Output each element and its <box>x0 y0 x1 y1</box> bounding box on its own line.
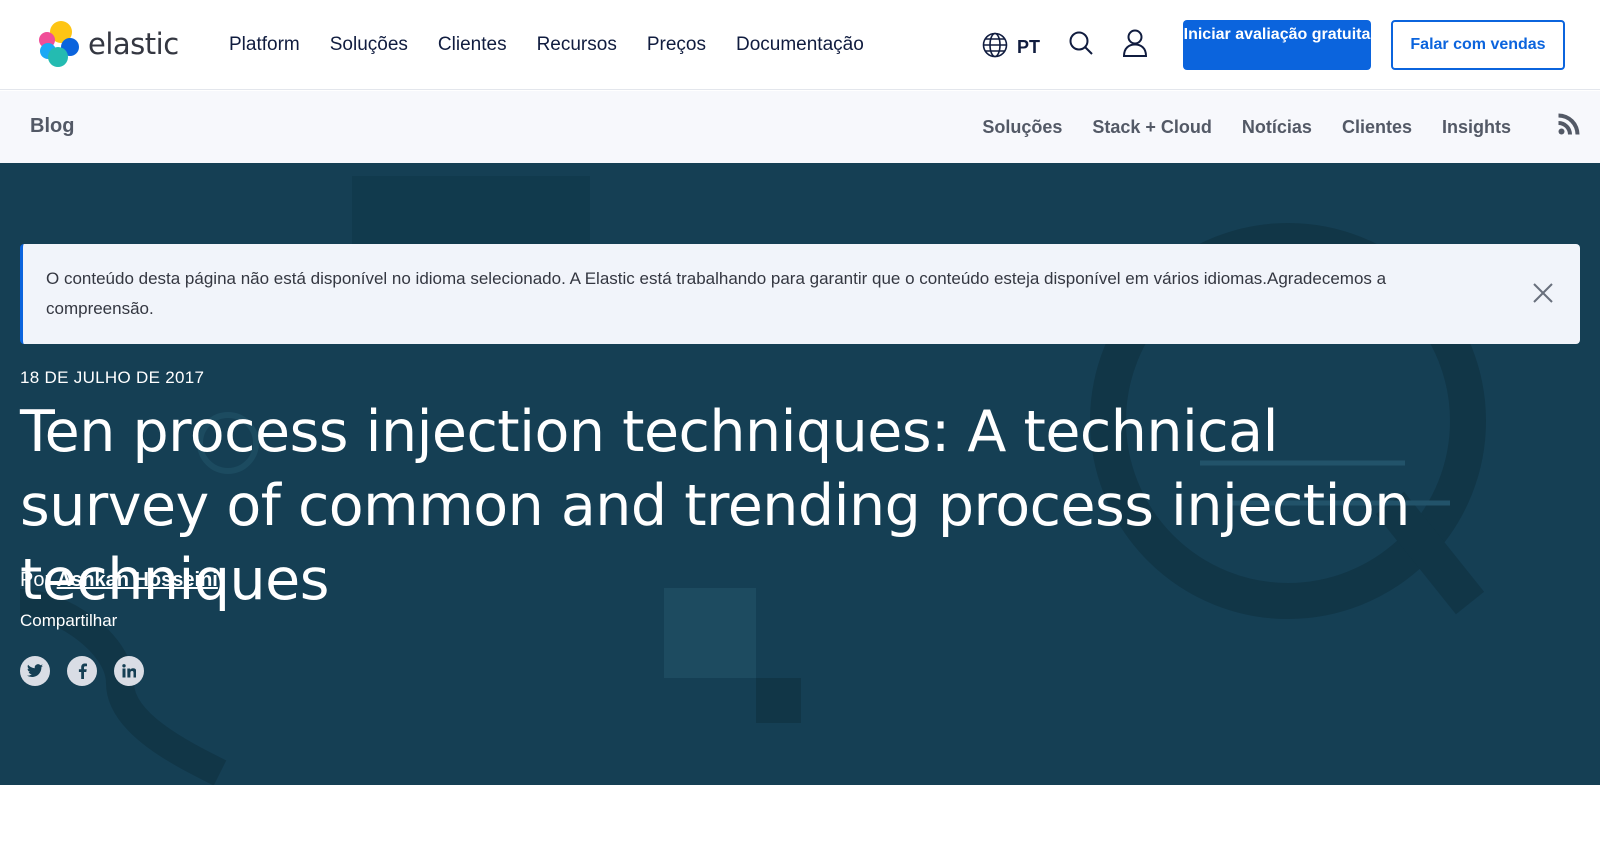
language-notice-text: O conteúdo desta página não está disponí… <box>46 269 1387 318</box>
author-link[interactable]: Ashkan Hosseini <box>57 569 218 591</box>
globe-icon <box>982 32 1008 63</box>
share-label: Compartilhar <box>20 611 118 630</box>
blog-category-solucoes[interactable]: Soluções <box>982 117 1062 138</box>
byline-prefix: Por <box>20 569 52 591</box>
linkedin-icon[interactable] <box>114 656 144 686</box>
account-button[interactable] <box>1120 29 1150 62</box>
twitter-icon[interactable] <box>20 656 50 686</box>
blog-category-clientes[interactable]: Clientes <box>1342 117 1412 138</box>
blog-category-insights[interactable]: Insights <box>1442 117 1511 138</box>
facebook-icon[interactable] <box>67 656 97 686</box>
top-navigation: elastic Platform Soluções Clientes Recur… <box>0 0 1600 90</box>
nav-item-platform[interactable]: Platform <box>229 34 300 56</box>
blog-category-noticias[interactable]: Notícias <box>1242 117 1312 138</box>
language-label: PT <box>1017 37 1041 57</box>
blog-category-stack-cloud[interactable]: Stack + Cloud <box>1092 117 1212 138</box>
main-menu: Platform Soluções Clientes Recursos Preç… <box>229 34 894 56</box>
post-hero: O conteúdo desta página não está disponí… <box>0 163 1600 785</box>
language-selector[interactable]: PT <box>982 32 1040 63</box>
logo-wordmark: elastic <box>88 27 179 61</box>
contact-sales-button[interactable]: Falar com vendas <box>1391 20 1565 70</box>
search-button[interactable] <box>1066 30 1096 60</box>
language-notice: O conteúdo desta página não está disponí… <box>20 244 1580 344</box>
close-icon[interactable] <box>1529 279 1557 307</box>
blog-home-link[interactable]: Blog <box>30 115 74 138</box>
rss-icon[interactable] <box>1558 113 1580 140</box>
nav-item-clientes[interactable]: Clientes <box>438 34 507 56</box>
blog-navigation: Blog Soluções Stack + Cloud Notícias Cli… <box>0 91 1600 163</box>
start-trial-button[interactable]: Iniciar avaliação gratuita <box>1183 20 1371 70</box>
user-icon <box>1122 29 1148 62</box>
nav-item-documentacao[interactable]: Documentação <box>736 34 864 56</box>
nav-item-recursos[interactable]: Recursos <box>537 34 617 56</box>
nav-item-precos[interactable]: Preços <box>647 34 706 56</box>
elastic-logo-icon <box>39 21 79 67</box>
share-buttons <box>20 656 161 686</box>
nav-item-solucoes[interactable]: Soluções <box>330 34 408 56</box>
blog-categories: Soluções Stack + Cloud Notícias Clientes… <box>952 117 1511 138</box>
search-icon <box>1068 30 1094 61</box>
post-byline: Por Ashkan Hosseini <box>20 569 218 592</box>
post-title: Ten process injection techniques: A tech… <box>20 399 1410 613</box>
post-date: 18 DE JULHO DE 2017 <box>20 368 205 387</box>
elastic-logo[interactable]: elastic <box>34 20 179 68</box>
